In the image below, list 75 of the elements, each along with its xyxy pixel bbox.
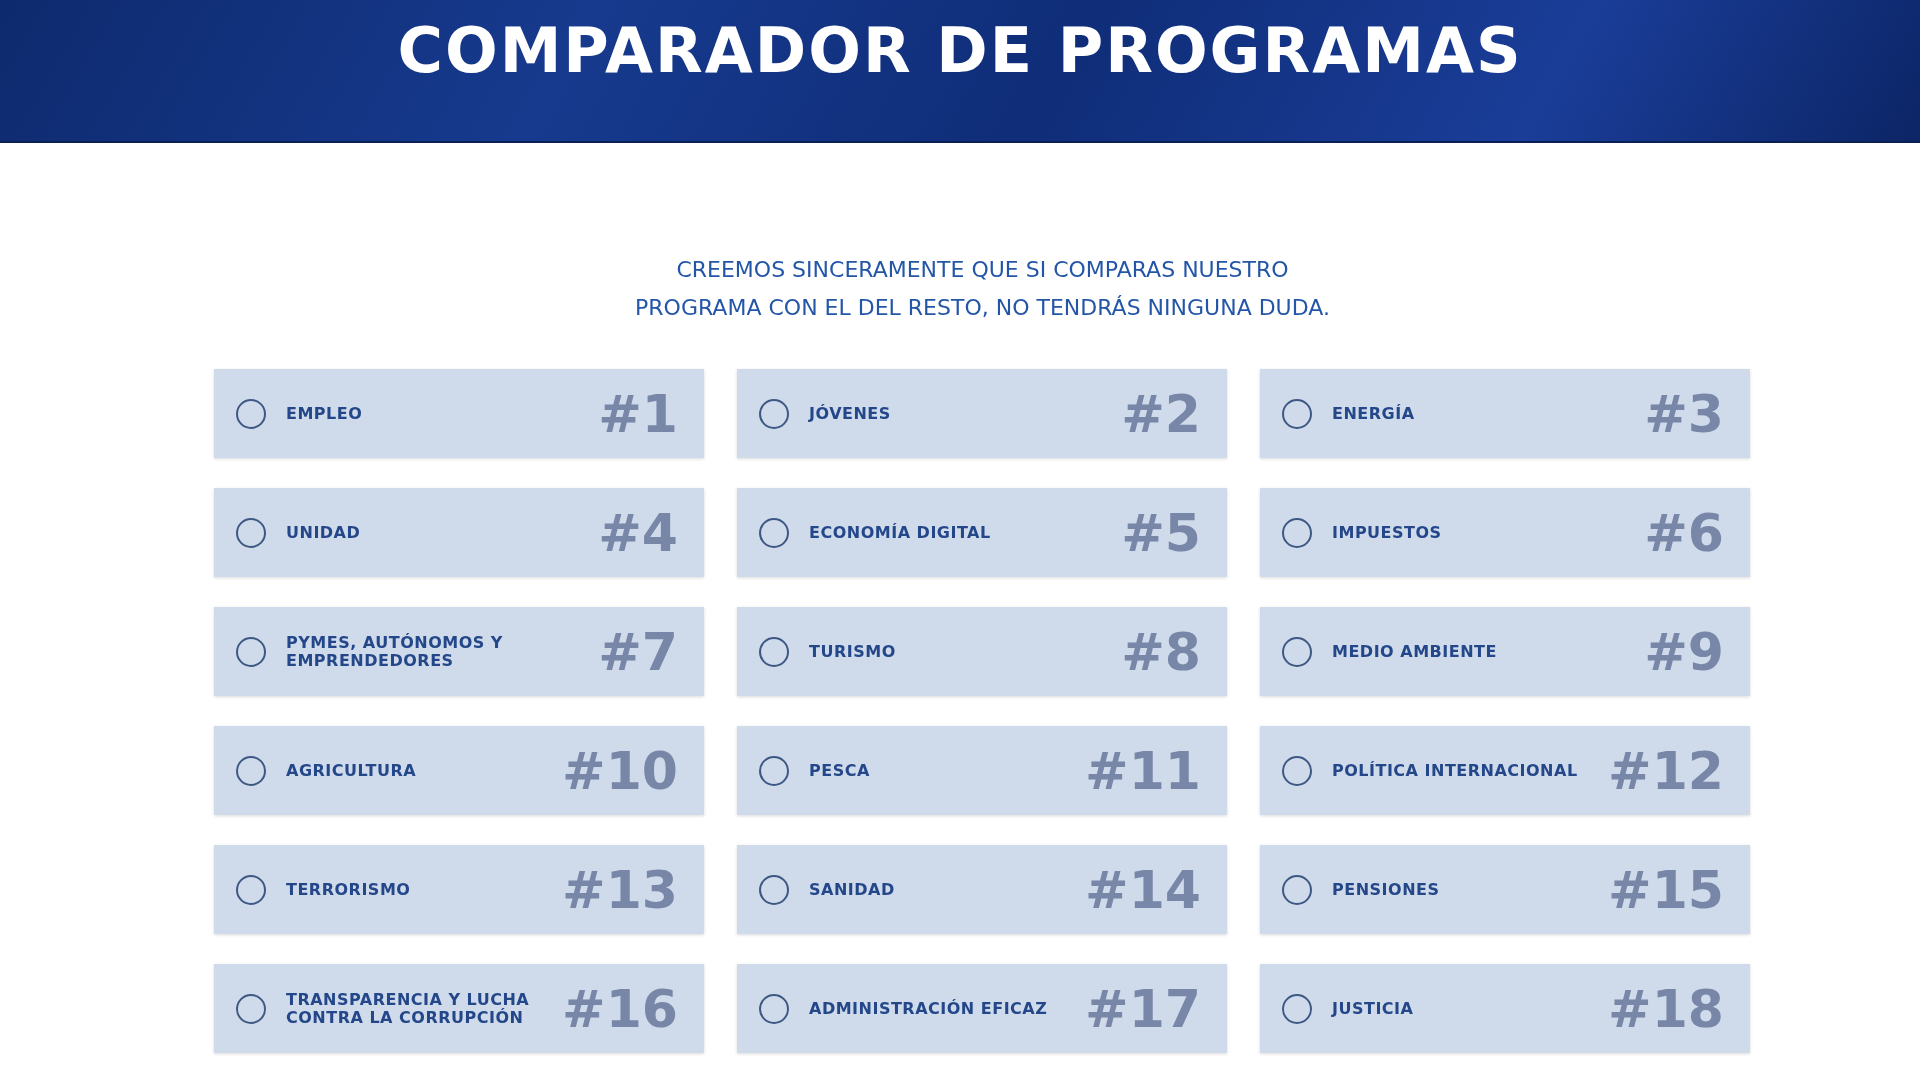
topic-label: ECONOMÍA DIGITAL [809, 523, 992, 542]
radio-icon [759, 874, 789, 905]
topic-number: #5 [1121, 502, 1201, 563]
topic-number: #8 [1121, 621, 1201, 682]
radio-icon [236, 993, 266, 1024]
topic-number: #3 [1644, 383, 1724, 444]
topic-option[interactable]: PENSIONES #15 [1260, 845, 1750, 934]
radio-icon [1282, 755, 1312, 786]
topic-option[interactable]: IMPUESTOS #6 [1260, 488, 1750, 577]
topic-number: #14 [1085, 859, 1201, 920]
topic-option[interactable]: JUSTICIA #18 [1260, 964, 1750, 1053]
topic-number: #9 [1644, 621, 1724, 682]
topic-label: PESCA [809, 761, 871, 780]
radio-icon [759, 993, 789, 1024]
topic-label: TURISMO [809, 642, 897, 661]
topic-option[interactable]: UNIDAD #4 [214, 488, 704, 577]
topic-option[interactable]: PYMES, AUTÓNOMOS Y EMPRENDEDORES #7 [214, 607, 704, 696]
topic-option[interactable]: ECONOMÍA DIGITAL #5 [737, 488, 1227, 577]
topic-label: JÓVENES [809, 404, 892, 423]
topic-number: #4 [598, 502, 678, 563]
topic-option[interactable]: POLÍTICA INTERNACIONAL #12 [1260, 726, 1750, 815]
radio-icon [1282, 398, 1312, 429]
topic-option[interactable]: SANIDAD #14 [737, 845, 1227, 934]
topic-number: #18 [1608, 978, 1724, 1039]
topic-number: #1 [598, 383, 678, 444]
topic-label: TRANSPARENCIA Y LUCHA CONTRA LA CORRUPCIÓN [286, 990, 531, 1027]
radio-icon [759, 517, 789, 548]
topic-option[interactable]: TERRORISMO #13 [214, 845, 704, 934]
intro-text: PROGRAMA CON EL DEL RESTO, NO TENDRÁS NINGUNA DUDA. [634, 294, 1331, 322]
topic-label: UNIDAD [286, 523, 362, 542]
topic-number: #10 [562, 740, 678, 801]
topic-label: JUSTICIA [1332, 999, 1415, 1018]
topic-option[interactable]: TRANSPARENCIA Y LUCHA CONTRA LA CORRUPCIÓN #16 [214, 964, 704, 1053]
topic-label: PYMES, AUTÓNOMOS Y EMPRENDEDORES [286, 633, 504, 670]
radio-icon [236, 398, 266, 429]
topic-label: PENSIONES [1332, 880, 1441, 899]
topic-label: TERRORISMO [286, 880, 412, 899]
radio-icon [1282, 636, 1312, 667]
radio-icon [759, 636, 789, 667]
topic-option[interactable]: TURISMO #8 [737, 607, 1227, 696]
topic-number: #17 [1085, 978, 1201, 1039]
topic-label: ENERGÍA [1332, 404, 1416, 423]
topic-option[interactable]: PESCA #11 [737, 726, 1227, 815]
topic-number: #15 [1608, 859, 1724, 920]
topic-number: #11 [1085, 740, 1201, 801]
topic-option[interactable]: EMPLEO #1 [214, 369, 704, 458]
radio-icon [759, 398, 789, 429]
topic-label: POLÍTICA INTERNACIONAL [1332, 761, 1579, 780]
topic-option[interactable]: ENERGÍA #3 [1260, 369, 1750, 458]
radio-icon [1282, 874, 1312, 905]
topic-number: #13 [562, 859, 678, 920]
topic-label: ADMINISTRACIÓN EFICAZ [809, 999, 1049, 1018]
topic-number: #7 [598, 621, 678, 682]
topic-option[interactable]: ADMINISTRACIÓN EFICAZ #17 [737, 964, 1227, 1053]
topic-label: SANIDAD [809, 880, 896, 899]
topic-number: #6 [1644, 502, 1724, 563]
intro-text: CREEMOS SINCERAMENTE QUE SI COMPARAS NUESTRO [675, 256, 1290, 284]
radio-icon [759, 755, 789, 786]
topic-number: #2 [1121, 383, 1201, 444]
radio-icon [236, 636, 266, 667]
topic-number: #12 [1608, 740, 1724, 801]
topic-number: #16 [562, 978, 678, 1039]
topic-option[interactable]: MEDIO AMBIENTE #9 [1260, 607, 1750, 696]
topic-label: MEDIO AMBIENTE [1332, 642, 1498, 661]
radio-icon [236, 517, 266, 548]
topic-label: EMPLEO [286, 404, 364, 423]
topic-label: IMPUESTOS [1332, 523, 1443, 542]
topic-option[interactable]: JÓVENES #2 [737, 369, 1227, 458]
radio-icon [236, 755, 266, 786]
page-title: COMPARADOR DE PROGRAMAS [397, 14, 1523, 87]
radio-icon [1282, 517, 1312, 548]
topic-label: AGRICULTURA [286, 761, 418, 780]
radio-icon [1282, 993, 1312, 1024]
radio-icon [236, 874, 266, 905]
topic-option[interactable]: AGRICULTURA #10 [214, 726, 704, 815]
